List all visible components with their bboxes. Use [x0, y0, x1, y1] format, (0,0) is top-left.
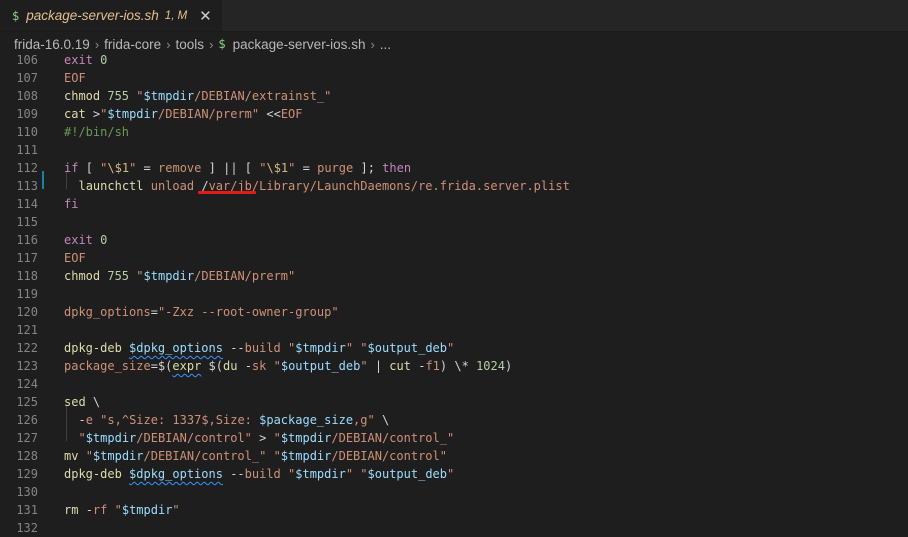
code-text[interactable]: cat >"$tmpdir/DEBIAN/prerm" <<EOF — [64, 105, 303, 123]
code-line[interactable]: 117 EOF — [0, 249, 908, 267]
line-number: 107 — [16, 71, 38, 85]
code-text[interactable]: chmod 755 "$tmpdir/DEBIAN/extrainst_" — [64, 87, 331, 105]
code-line[interactable]: 121 — [0, 321, 908, 339]
breadcrumb-item-symbols[interactable]: ... — [380, 37, 391, 52]
code-text[interactable]: mv "$tmpdir/DEBIAN/control_" "$tmpdir/DE… — [64, 447, 447, 465]
code-text[interactable]: chmod 755 "$tmpdir/DEBIAN/prerm" — [64, 267, 295, 285]
code-line[interactable]: 132 — [0, 519, 908, 537]
chevron-right-icon: › — [94, 36, 100, 52]
code-line[interactable]: 129 dpkg-deb $dpkg_options --build "$tmpd… — [0, 465, 908, 483]
line-number: 113 — [16, 179, 38, 193]
code-text[interactable]: dpkg-deb $dpkg_options --build "$tmpdir"… — [64, 465, 454, 483]
tab-file-name: package-server-ios.sh — [26, 8, 159, 23]
code-line[interactable]: 125 sed \ — [0, 393, 908, 411]
code-text[interactable]: exit 0 — [64, 231, 107, 249]
code-line[interactable]: 108 chmod 755 "$tmpdir/DEBIAN/extrainst_" — [0, 87, 908, 105]
line-number: 131 — [16, 503, 38, 517]
code-line[interactable]: 107 EOF — [0, 69, 908, 87]
code-line[interactable]: 111 — [0, 141, 908, 159]
line-number: 129 — [16, 467, 38, 481]
line-number: 115 — [16, 215, 38, 229]
line-number: 126 — [16, 413, 38, 427]
code-text[interactable]: #!/bin/sh — [64, 123, 129, 141]
line-number: 130 — [16, 485, 38, 499]
line-number: 118 — [16, 269, 38, 283]
breadcrumb-item-frida-core[interactable]: frida-core — [104, 37, 161, 52]
code-text[interactable]: dpkg-deb $dpkg_options --build "$tmpdir"… — [64, 339, 454, 357]
line-number: 106 — [16, 53, 38, 67]
line-number: 108 — [16, 89, 38, 103]
line-number: 112 — [16, 161, 38, 175]
line-number: 114 — [16, 197, 38, 211]
code-line[interactable]: 112 if [ "\$1" = remove ] || [ "\$1" = pu… — [0, 159, 908, 177]
line-number: 110 — [16, 125, 38, 139]
line-number: 120 — [16, 305, 38, 319]
tab-package-server-ios[interactable]: $ package-server-ios.sh 1, M ✕ — [0, 0, 222, 31]
code-line[interactable]: 119 — [0, 285, 908, 303]
code-line[interactable]: 130 — [0, 483, 908, 501]
line-number: 109 — [16, 107, 38, 121]
tab-bar: $ package-server-ios.sh 1, M ✕ — [0, 0, 908, 32]
code-text[interactable]: EOF — [64, 249, 86, 267]
chevron-right-icon: › — [209, 36, 214, 52]
code-line[interactable]: 116 exit 0 — [0, 231, 908, 249]
code-editor[interactable]: 106 exit 0 107 EOF 108 chmod 755 "$tmpdir/DEB… — [0, 53, 908, 537]
line-number: 128 — [16, 449, 38, 463]
line-number: 122 — [16, 341, 38, 355]
code-line[interactable]: 131 rm -rf "$tmpdir" — [0, 501, 908, 519]
code-text[interactable]: sed \ — [64, 393, 100, 411]
code-line[interactable]: 120 dpkg_options="-Zxz --root-owner-group… — [0, 303, 908, 321]
breadcrumb-item-root[interactable]: frida-16.0.19 — [14, 37, 90, 52]
code-line[interactable]: 106 exit 0 — [0, 51, 908, 69]
code-line[interactable]: 115 — [0, 213, 908, 231]
line-number: 124 — [16, 377, 38, 391]
code-text[interactable]: launchctl unload /var/jb/Library/LaunchD… — [64, 177, 569, 195]
code-line[interactable]: 127 "$tmpdir/DEBIAN/control" > "$tmpdir/… — [0, 429, 908, 447]
annotation-underline — [198, 191, 256, 194]
tab-status-badge: 1, M — [164, 9, 188, 22]
code-text[interactable]: EOF — [64, 69, 86, 87]
code-text[interactable]: dpkg_options="-Zxz --root-owner-group" — [64, 303, 339, 321]
shell-file-icon: $ — [12, 8, 20, 23]
breadcrumb-item-tools[interactable]: tools — [176, 37, 205, 52]
code-line[interactable]: 110 #!/bin/sh — [0, 123, 908, 141]
code-text[interactable]: rm -rf "$tmpdir" — [64, 501, 180, 519]
line-number: 121 — [16, 323, 38, 337]
line-number: 111 — [16, 143, 38, 157]
line-number: 125 — [16, 395, 38, 409]
code-text[interactable]: if [ "\$1" = remove ] || [ "\$1" = purge… — [64, 159, 411, 177]
code-text[interactable]: "$tmpdir/DEBIAN/control" > "$tmpdir/DEBI… — [64, 429, 454, 447]
line-number: 127 — [16, 431, 38, 445]
chevron-right-icon: › — [370, 36, 375, 52]
code-line[interactable]: 128 mv "$tmpdir/DEBIAN/control_" "$tmpdir… — [0, 447, 908, 465]
code-line[interactable]: 109 cat >"$tmpdir/DEBIAN/prerm" <<EOF — [0, 105, 908, 123]
breadcrumb-item-file[interactable]: package-server-ios.sh — [233, 37, 366, 52]
close-icon[interactable]: ✕ — [199, 7, 212, 25]
line-number: 117 — [16, 251, 38, 265]
code-text[interactable]: fi — [64, 195, 78, 213]
code-line[interactable]: 123 package_size=$(expr $(du -sk "$output… — [0, 357, 908, 375]
line-number: 116 — [16, 233, 38, 247]
code-text[interactable]: package_size=$(expr $(du -sk "$output_de… — [64, 357, 512, 375]
code-line[interactable]: 122 dpkg-deb $dpkg_options --build "$tmpd… — [0, 339, 908, 357]
line-number: 123 — [16, 359, 38, 373]
code-line[interactable]: 113 launchctl unload /var/jb/Library/Lau… — [0, 177, 908, 195]
line-number: 119 — [16, 287, 38, 301]
shell-file-icon: $ — [218, 37, 226, 51]
code-line[interactable]: 114 fi — [0, 195, 908, 213]
code-line[interactable]: 126 -e "s,^Size: 1337$,Size: $package_si… — [0, 411, 908, 429]
line-number: 132 — [16, 521, 38, 535]
code-text[interactable]: -e "s,^Size: 1337$,Size: $package_size,g… — [64, 411, 389, 429]
code-text[interactable]: exit 0 — [64, 51, 107, 69]
chevron-right-icon: › — [166, 36, 171, 52]
code-line[interactable]: 124 — [0, 375, 908, 393]
code-line[interactable]: 118 chmod 755 "$tmpdir/DEBIAN/prerm" — [0, 267, 908, 285]
